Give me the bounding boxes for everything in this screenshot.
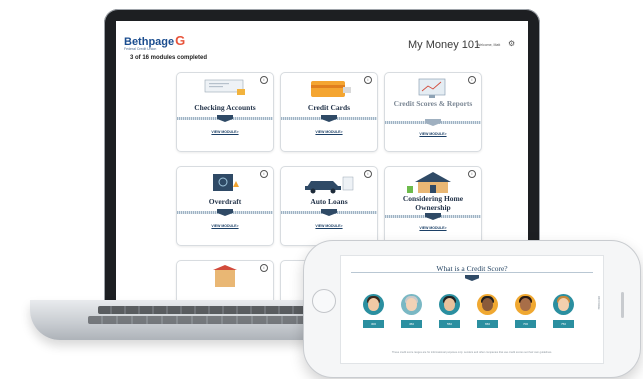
credit-card-illustration xyxy=(311,81,351,97)
checking-illustration xyxy=(204,79,245,95)
score-badge-6: 750 xyxy=(553,320,574,328)
view-module-link[interactable]: VIEW MODULE> xyxy=(177,130,273,134)
module-card-auto-loans[interactable]: ✔ i Auto Loans VIEW MODULE> xyxy=(280,166,378,246)
car-illustration xyxy=(305,176,354,194)
card-title: Checking Accounts xyxy=(194,103,256,112)
avatar-1 xyxy=(363,294,384,315)
view-module-link[interactable]: VIEW MODULE> xyxy=(385,132,481,136)
house-illustration xyxy=(407,172,451,193)
module-card-credit-scores[interactable]: i Credit Scores & Reports VIEW MODULE> xyxy=(384,72,482,152)
card-title: Considering Home Ownership xyxy=(402,194,464,212)
title-chevron xyxy=(465,275,479,281)
view-module-link[interactable]: VIEW MODULE> xyxy=(281,130,377,134)
app-header: BethpageG Federal Credit Union 3 of 16 m… xyxy=(116,21,528,61)
view-module-link[interactable]: VIEW MODULE> xyxy=(281,224,377,228)
avatar-6 xyxy=(553,294,574,315)
module-card-checking[interactable]: ✔ i Checking Accounts VIEW MODULE> xyxy=(176,72,274,152)
logo-subtitle: Federal Credit Union xyxy=(124,47,157,51)
welcome-menu[interactable]: Welcome, Matt xyxy=(477,43,500,47)
disclaimer-text: These credit score ranges are for inform… xyxy=(391,351,553,354)
card-title: Auto Loans xyxy=(310,197,348,206)
score-badge-1: 300 xyxy=(363,320,384,328)
view-module-link[interactable]: VIEW MODULE> xyxy=(385,226,481,230)
phone-page-title: What is a Credit Score? xyxy=(436,264,508,273)
card-title: Overdraft xyxy=(208,197,242,206)
score-badge-4: 650 xyxy=(477,320,498,328)
monitor-illustration xyxy=(418,78,446,98)
score-badge-2: 450 xyxy=(401,320,422,328)
card-chevron xyxy=(217,115,233,122)
bethpage-logo[interactable]: BethpageG xyxy=(124,33,185,48)
module-card-home-ownership[interactable]: i Considering Home Ownership VIEW MODULE… xyxy=(384,166,482,246)
side-navigation[interactable]: ON PAGE xyxy=(595,296,601,346)
logo-mark-icon: G xyxy=(175,33,186,48)
home-button[interactable] xyxy=(312,289,336,313)
card-chevron xyxy=(217,209,233,216)
view-module-link[interactable]: VIEW MODULE> xyxy=(177,224,273,228)
module-card-credit-cards[interactable]: i Credit Cards VIEW MODULE> xyxy=(280,72,378,152)
app-title: My Money 101 xyxy=(408,39,481,51)
card-title: Credit Cards xyxy=(307,103,351,112)
avatar-5 xyxy=(515,294,536,315)
avatar-2 xyxy=(401,294,422,315)
phone-screen: What is a Credit Score? 300 450 550 650 … xyxy=(340,255,604,364)
module-card-overdraft[interactable]: ✔ i Overdraft VIEW MODULE> xyxy=(176,166,274,246)
building-illustration xyxy=(213,265,237,287)
card-chevron xyxy=(321,115,337,122)
gear-icon[interactable]: ⚙ xyxy=(508,40,515,48)
check-icon: ✔ xyxy=(281,261,285,265)
module-card-partial-1[interactable]: ✔ i xyxy=(176,260,274,300)
progress-text: 3 of 16 modules completed xyxy=(130,55,208,61)
card-title: Credit Scores & Reports xyxy=(393,99,473,108)
card-chevron xyxy=(425,213,441,220)
safe-illustration xyxy=(213,174,239,191)
card-chevron xyxy=(321,209,337,216)
card-chevron xyxy=(425,119,441,126)
score-badge-5: 700 xyxy=(515,320,536,328)
avatar-4 xyxy=(477,294,498,315)
avatar-3 xyxy=(439,294,460,315)
phone-speaker xyxy=(621,292,624,318)
score-badge-3: 550 xyxy=(439,320,460,328)
